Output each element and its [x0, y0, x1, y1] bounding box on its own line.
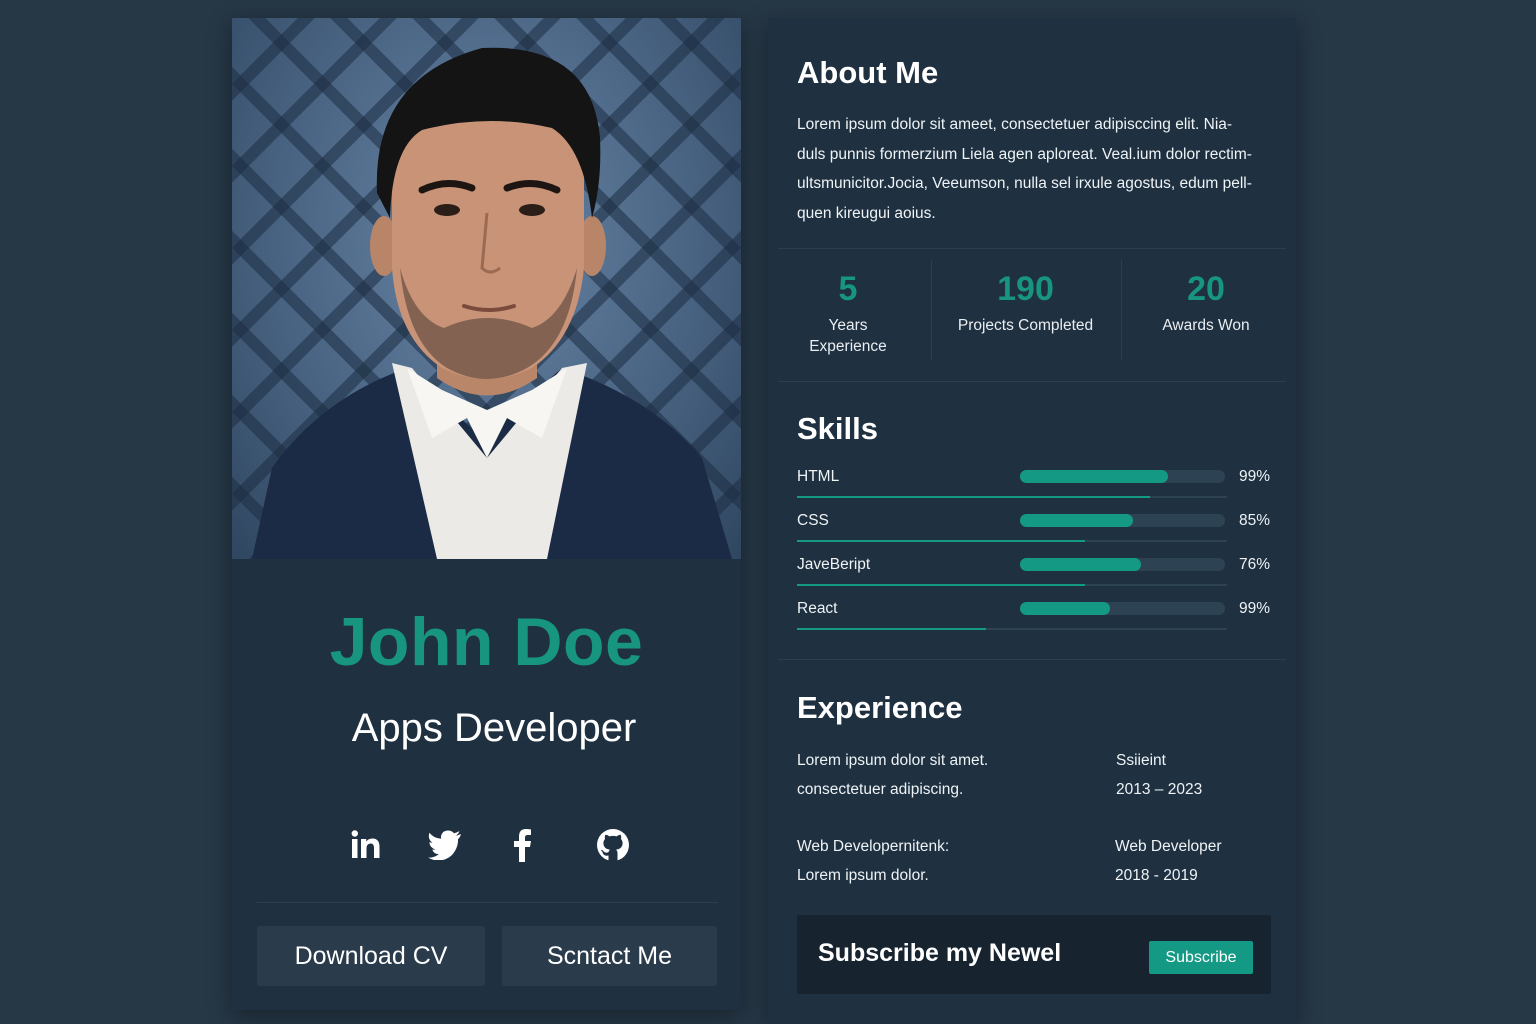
profile-photo [232, 18, 741, 559]
stat-projects: 190 Projects Completed [938, 270, 1113, 336]
experience-years: 2018 - 2019 [1115, 867, 1198, 884]
download-cv-button[interactable]: Download CV [257, 926, 485, 986]
skill-row: HTML 99% [797, 468, 1270, 508]
profile-card: John Doe Apps Developer Download CV Scnt… [232, 18, 741, 1010]
skill-underline [797, 628, 1227, 630]
skill-progress-bar [1020, 602, 1225, 615]
profile-role: Apps Developer [351, 706, 637, 750]
info-card: About Me Lorem ipsum dolor sit ameet, co… [768, 18, 1296, 1024]
about-divider [778, 248, 1286, 249]
skill-row: CSS 85% [797, 512, 1270, 552]
skill-name: CSS [797, 512, 829, 529]
stat-separator [1121, 260, 1122, 360]
stat-label: Awards Won [1162, 317, 1250, 334]
skill-progress-bar [1020, 558, 1225, 571]
about-line: quen kireugui aoius. [797, 204, 936, 222]
experience-description: Web Developernitenk: Lorem ipsum dolor. [797, 838, 950, 884]
experience-job-title: Ssiieint [1116, 752, 1166, 769]
profile-name: John Doe [329, 604, 644, 680]
profile-divider [257, 902, 718, 903]
subscribe-box: Subscribe my Newel Subscribe [797, 915, 1271, 994]
skills-title: Skills [797, 411, 878, 446]
stat-value: 20 [1187, 270, 1225, 308]
stat-label: Years Experience [809, 317, 887, 355]
skill-percent: 99% [1238, 468, 1270, 485]
experience-description: Lorem ipsum dolor sit amet. consectetuer… [797, 752, 989, 798]
stats-divider [778, 381, 1286, 382]
skill-row: React 99% [797, 600, 1270, 640]
skill-row: JaveBeript 76% [797, 556, 1270, 596]
github-icon [597, 829, 629, 861]
stat-awards: 20 Awards Won [1141, 270, 1271, 336]
facebook-icon [514, 829, 531, 862]
about-line: Lorem ipsum dolor sit ameet, consectetue… [797, 116, 1233, 133]
experience-meta: Web Developer 2018 - 2019 [1115, 832, 1222, 890]
skill-progress-bar [1020, 470, 1225, 483]
twitter-link[interactable] [423, 823, 467, 867]
skill-name: JaveBeript [797, 556, 871, 573]
subscribe-button[interactable]: Subscribe [1149, 941, 1253, 974]
skill-underline [797, 540, 1227, 542]
stat-value: 5 [838, 270, 858, 308]
stat-separator [931, 260, 932, 360]
about-line: duls punnis formerzium Liela agen aplore… [797, 145, 1252, 163]
skill-name: React [797, 600, 838, 617]
skill-underline [797, 496, 1227, 498]
skill-underline [797, 584, 1227, 586]
skill-name: HTML [797, 468, 840, 485]
skill-percent: 99% [1238, 600, 1270, 617]
experience-years: 2013 – 2023 [1116, 781, 1203, 798]
facebook-link[interactable] [500, 823, 544, 867]
about-line: ultsmunicitor.Jocia, Veeumson, nulla sel… [797, 175, 1252, 192]
experience-title: Experience [797, 690, 963, 725]
stat-label: Projects Completed [957, 317, 1094, 334]
linkedin-link[interactable] [344, 823, 388, 867]
stat-value: 190 [997, 270, 1054, 308]
skill-percent: 85% [1238, 512, 1270, 529]
about-text: Lorem ipsum dolor sit ameet, consectetue… [797, 110, 1267, 228]
experience-meta: Ssiieint 2013 – 2023 [1116, 746, 1202, 804]
skills-divider [778, 659, 1286, 660]
experience-job-title: Web Developer [1115, 838, 1222, 855]
subscribe-title: Subscribe my Newel [818, 939, 1062, 967]
github-link[interactable] [591, 823, 635, 867]
stat-years: 5 Years Experience [788, 270, 908, 357]
contact-me-button[interactable]: Scntact Me [502, 926, 717, 986]
skill-progress-bar [1020, 514, 1225, 527]
skill-percent: 76% [1238, 556, 1270, 573]
twitter-icon [428, 830, 461, 860]
linkedin-icon [351, 830, 380, 858]
social-links [232, 823, 741, 873]
about-title: About Me [797, 55, 939, 90]
portrait-illustration [252, 47, 732, 559]
